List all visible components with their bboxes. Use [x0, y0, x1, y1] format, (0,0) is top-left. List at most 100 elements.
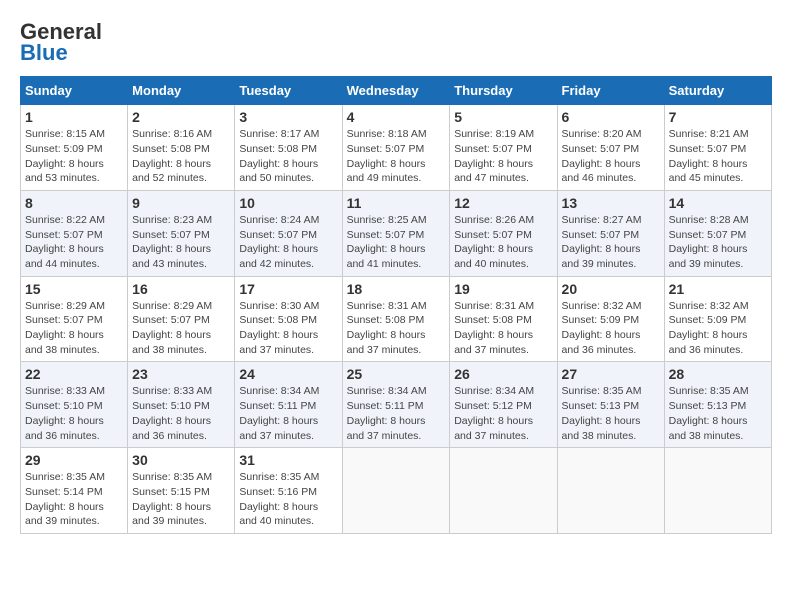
day-info: Sunrise: 8:31 AM Sunset: 5:08 PM Dayligh…	[454, 299, 552, 358]
calendar-week-5: 29 Sunrise: 8:35 AM Sunset: 5:14 PM Dayl…	[21, 448, 772, 534]
day-number: 17	[239, 281, 337, 297]
day-info: Sunrise: 8:35 AM Sunset: 5:15 PM Dayligh…	[132, 470, 230, 529]
calendar-cell: 22 Sunrise: 8:33 AM Sunset: 5:10 PM Dayl…	[21, 362, 128, 448]
calendar-header-row: SundayMondayTuesdayWednesdayThursdayFrid…	[21, 77, 772, 105]
calendar-cell: 28 Sunrise: 8:35 AM Sunset: 5:13 PM Dayl…	[664, 362, 771, 448]
day-number: 8	[25, 195, 123, 211]
calendar-cell: 18 Sunrise: 8:31 AM Sunset: 5:08 PM Dayl…	[342, 276, 450, 362]
day-info: Sunrise: 8:35 AM Sunset: 5:13 PM Dayligh…	[669, 384, 767, 443]
day-number: 7	[669, 109, 767, 125]
calendar-cell: 29 Sunrise: 8:35 AM Sunset: 5:14 PM Dayl…	[21, 448, 128, 534]
calendar-cell: 23 Sunrise: 8:33 AM Sunset: 5:10 PM Dayl…	[128, 362, 235, 448]
calendar-cell: 4 Sunrise: 8:18 AM Sunset: 5:07 PM Dayli…	[342, 105, 450, 191]
calendar-week-4: 22 Sunrise: 8:33 AM Sunset: 5:10 PM Dayl…	[21, 362, 772, 448]
calendar-week-2: 8 Sunrise: 8:22 AM Sunset: 5:07 PM Dayli…	[21, 190, 772, 276]
day-number: 13	[562, 195, 660, 211]
day-number: 6	[562, 109, 660, 125]
calendar-week-3: 15 Sunrise: 8:29 AM Sunset: 5:07 PM Dayl…	[21, 276, 772, 362]
calendar-cell	[557, 448, 664, 534]
day-info: Sunrise: 8:19 AM Sunset: 5:07 PM Dayligh…	[454, 127, 552, 186]
calendar-cell	[342, 448, 450, 534]
day-info: Sunrise: 8:15 AM Sunset: 5:09 PM Dayligh…	[25, 127, 123, 186]
day-info: Sunrise: 8:35 AM Sunset: 5:14 PM Dayligh…	[25, 470, 123, 529]
calendar-table: SundayMondayTuesdayWednesdayThursdayFrid…	[20, 76, 772, 534]
calendar-cell: 30 Sunrise: 8:35 AM Sunset: 5:15 PM Dayl…	[128, 448, 235, 534]
calendar-cell: 8 Sunrise: 8:22 AM Sunset: 5:07 PM Dayli…	[21, 190, 128, 276]
day-number: 23	[132, 366, 230, 382]
day-number: 15	[25, 281, 123, 297]
calendar-cell: 2 Sunrise: 8:16 AM Sunset: 5:08 PM Dayli…	[128, 105, 235, 191]
day-number: 24	[239, 366, 337, 382]
day-number: 28	[669, 366, 767, 382]
day-info: Sunrise: 8:29 AM Sunset: 5:07 PM Dayligh…	[132, 299, 230, 358]
day-info: Sunrise: 8:33 AM Sunset: 5:10 PM Dayligh…	[132, 384, 230, 443]
day-info: Sunrise: 8:20 AM Sunset: 5:07 PM Dayligh…	[562, 127, 660, 186]
day-info: Sunrise: 8:34 AM Sunset: 5:11 PM Dayligh…	[347, 384, 446, 443]
day-number: 4	[347, 109, 446, 125]
calendar-cell: 16 Sunrise: 8:29 AM Sunset: 5:07 PM Dayl…	[128, 276, 235, 362]
day-info: Sunrise: 8:29 AM Sunset: 5:07 PM Dayligh…	[25, 299, 123, 358]
calendar-cell: 11 Sunrise: 8:25 AM Sunset: 5:07 PM Dayl…	[342, 190, 450, 276]
day-number: 1	[25, 109, 123, 125]
day-info: Sunrise: 8:21 AM Sunset: 5:07 PM Dayligh…	[669, 127, 767, 186]
day-info: Sunrise: 8:23 AM Sunset: 5:07 PM Dayligh…	[132, 213, 230, 272]
calendar-cell: 20 Sunrise: 8:32 AM Sunset: 5:09 PM Dayl…	[557, 276, 664, 362]
day-number: 10	[239, 195, 337, 211]
calendar-cell: 14 Sunrise: 8:28 AM Sunset: 5:07 PM Dayl…	[664, 190, 771, 276]
calendar-cell: 27 Sunrise: 8:35 AM Sunset: 5:13 PM Dayl…	[557, 362, 664, 448]
day-info: Sunrise: 8:35 AM Sunset: 5:16 PM Dayligh…	[239, 470, 337, 529]
day-info: Sunrise: 8:32 AM Sunset: 5:09 PM Dayligh…	[669, 299, 767, 358]
calendar-cell: 3 Sunrise: 8:17 AM Sunset: 5:08 PM Dayli…	[235, 105, 342, 191]
calendar-cell: 9 Sunrise: 8:23 AM Sunset: 5:07 PM Dayli…	[128, 190, 235, 276]
calendar-cell: 1 Sunrise: 8:15 AM Sunset: 5:09 PM Dayli…	[21, 105, 128, 191]
day-info: Sunrise: 8:16 AM Sunset: 5:08 PM Dayligh…	[132, 127, 230, 186]
calendar-cell	[664, 448, 771, 534]
day-info: Sunrise: 8:31 AM Sunset: 5:08 PM Dayligh…	[347, 299, 446, 358]
col-header-thursday: Thursday	[450, 77, 557, 105]
day-number: 19	[454, 281, 552, 297]
day-number: 18	[347, 281, 446, 297]
col-header-friday: Friday	[557, 77, 664, 105]
day-number: 5	[454, 109, 552, 125]
day-number: 30	[132, 452, 230, 468]
calendar-cell: 13 Sunrise: 8:27 AM Sunset: 5:07 PM Dayl…	[557, 190, 664, 276]
day-number: 9	[132, 195, 230, 211]
day-number: 29	[25, 452, 123, 468]
calendar-cell: 15 Sunrise: 8:29 AM Sunset: 5:07 PM Dayl…	[21, 276, 128, 362]
col-header-tuesday: Tuesday	[235, 77, 342, 105]
day-number: 16	[132, 281, 230, 297]
day-number: 22	[25, 366, 123, 382]
day-info: Sunrise: 8:27 AM Sunset: 5:07 PM Dayligh…	[562, 213, 660, 272]
calendar-cell: 12 Sunrise: 8:26 AM Sunset: 5:07 PM Dayl…	[450, 190, 557, 276]
calendar-body: 1 Sunrise: 8:15 AM Sunset: 5:09 PM Dayli…	[21, 105, 772, 534]
day-info: Sunrise: 8:18 AM Sunset: 5:07 PM Dayligh…	[347, 127, 446, 186]
day-number: 11	[347, 195, 446, 211]
calendar-cell: 26 Sunrise: 8:34 AM Sunset: 5:12 PM Dayl…	[450, 362, 557, 448]
day-number: 20	[562, 281, 660, 297]
calendar-cell: 6 Sunrise: 8:20 AM Sunset: 5:07 PM Dayli…	[557, 105, 664, 191]
day-number: 27	[562, 366, 660, 382]
day-info: Sunrise: 8:25 AM Sunset: 5:07 PM Dayligh…	[347, 213, 446, 272]
day-number: 12	[454, 195, 552, 211]
day-info: Sunrise: 8:32 AM Sunset: 5:09 PM Dayligh…	[562, 299, 660, 358]
calendar-week-1: 1 Sunrise: 8:15 AM Sunset: 5:09 PM Dayli…	[21, 105, 772, 191]
calendar-cell: 10 Sunrise: 8:24 AM Sunset: 5:07 PM Dayl…	[235, 190, 342, 276]
col-header-monday: Monday	[128, 77, 235, 105]
logo: General Blue	[20, 20, 102, 66]
calendar-cell: 7 Sunrise: 8:21 AM Sunset: 5:07 PM Dayli…	[664, 105, 771, 191]
calendar-cell	[450, 448, 557, 534]
day-number: 25	[347, 366, 446, 382]
calendar-cell: 25 Sunrise: 8:34 AM Sunset: 5:11 PM Dayl…	[342, 362, 450, 448]
day-number: 2	[132, 109, 230, 125]
calendar-cell: 24 Sunrise: 8:34 AM Sunset: 5:11 PM Dayl…	[235, 362, 342, 448]
day-info: Sunrise: 8:22 AM Sunset: 5:07 PM Dayligh…	[25, 213, 123, 272]
day-info: Sunrise: 8:34 AM Sunset: 5:11 PM Dayligh…	[239, 384, 337, 443]
calendar-cell: 21 Sunrise: 8:32 AM Sunset: 5:09 PM Dayl…	[664, 276, 771, 362]
day-info: Sunrise: 8:28 AM Sunset: 5:07 PM Dayligh…	[669, 213, 767, 272]
col-header-sunday: Sunday	[21, 77, 128, 105]
day-number: 31	[239, 452, 337, 468]
col-header-saturday: Saturday	[664, 77, 771, 105]
day-info: Sunrise: 8:35 AM Sunset: 5:13 PM Dayligh…	[562, 384, 660, 443]
calendar-cell: 5 Sunrise: 8:19 AM Sunset: 5:07 PM Dayli…	[450, 105, 557, 191]
col-header-wednesday: Wednesday	[342, 77, 450, 105]
